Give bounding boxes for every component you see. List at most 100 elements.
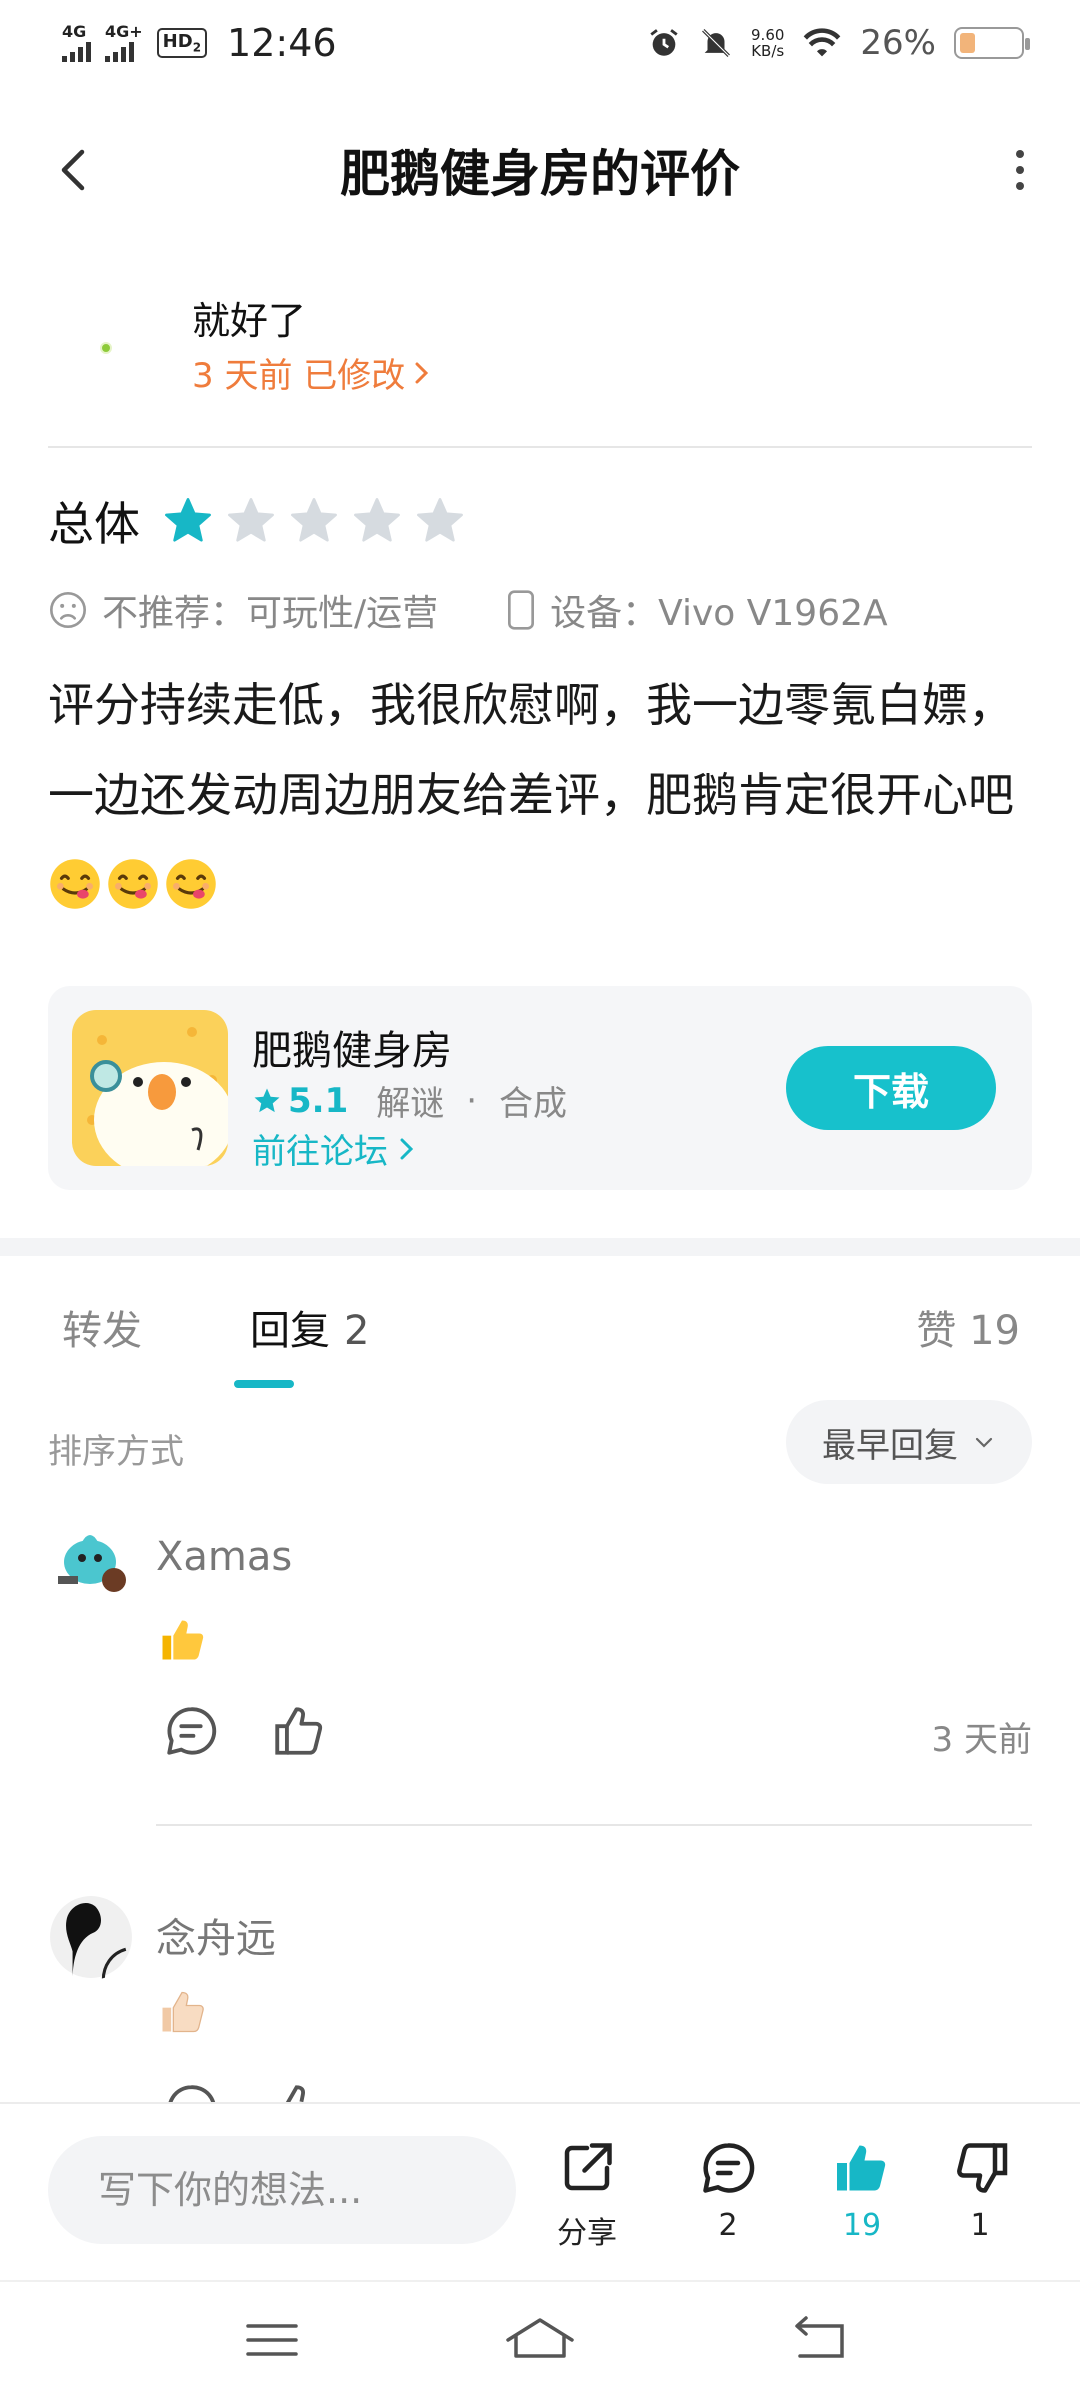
game-meta: 5.1 解谜 · 合成 [252, 1076, 567, 1125]
likes-count: 19 [842, 2208, 882, 2243]
signal-1: 4G [62, 24, 91, 62]
share-button[interactable]: 分享 [532, 2138, 642, 2252]
separator-dot: · [466, 1080, 478, 1121]
sort-value: 最早回复 [822, 1425, 958, 1466]
game-app-icon[interactable] [72, 1010, 228, 1166]
network-type-2: 4G+ [105, 22, 143, 41]
more-vertical-icon[interactable] [990, 140, 1050, 200]
comment-time: 3 天前 [931, 1720, 1032, 1760]
chevron-left-icon[interactable] [44, 140, 104, 200]
game-score: 5.1 [288, 1080, 349, 1121]
comment-item: Xamas 3 天前 [0, 1522, 1080, 1822]
game-genre: 解谜 [376, 1084, 445, 1124]
tab-like[interactable]: 赞 19 [916, 1298, 1020, 1356]
comment-input[interactable] [48, 2136, 516, 2244]
star-filled-icon [165, 498, 211, 542]
system-nav-bar [0, 2280, 1080, 2400]
commenter-name[interactable]: 念舟远 [156, 1906, 276, 1964]
wifi-icon [804, 28, 841, 57]
speed-value: 9.60 [751, 26, 785, 44]
network-speed: 9.60 KB/s [751, 27, 784, 59]
hd-icon: HD2 [156, 28, 208, 58]
divider [156, 1824, 1032, 1826]
sort-dropdown[interactable]: 最早回复 [786, 1400, 1032, 1484]
review-body: 评分持续走低，我很欣慰啊，我一边零氪白嫖，一边还发动周边朋友给差评，肥鹅肯定很开… [48, 660, 1038, 930]
tab-repost[interactable]: 转发 [62, 1298, 142, 1356]
back-nav-icon[interactable] [784, 2310, 856, 2370]
signal-bars-icon [62, 40, 91, 62]
thumbs-up-icon[interactable] [270, 2080, 328, 2102]
avatar[interactable] [48, 1894, 134, 1980]
divider [48, 446, 1032, 448]
hd-label: HD [162, 31, 193, 53]
avatar[interactable] [100, 342, 112, 354]
tab-active-indicator [234, 1380, 294, 1388]
tag-device: 设备：Vivo V1962A [506, 584, 888, 636]
game-card[interactable]: 肥鹅健身房 5.1 解谜 · 合成 前往论坛 下载 [48, 986, 1032, 1190]
comment-actions [162, 2080, 328, 2102]
signal-bars-icon [105, 40, 143, 62]
forum-link[interactable]: 前往论坛 [252, 1124, 418, 1173]
thumbs-down-icon [957, 2143, 1008, 2193]
download-button[interactable]: 下载 [786, 1046, 996, 1130]
home-icon[interactable] [504, 2310, 576, 2370]
game-genre: 合成 [499, 1084, 568, 1124]
section-separator [0, 1238, 1080, 1256]
avatar[interactable] [52, 1522, 136, 1606]
status-left: 4G 4G+ HD2 12:46 [62, 21, 337, 65]
comments-button[interactable]: 2 [673, 2138, 783, 2243]
status-bar: 4G 4G+ HD2 12:46 9.60 KB/s 26% [0, 0, 1080, 86]
battery-icon [954, 27, 1030, 59]
reviewer-name[interactable]: 就好了 [192, 290, 306, 345]
battery-percent: 26% [860, 23, 936, 63]
tab-reply-count: 2 [344, 1308, 370, 1354]
star-empty-icon [354, 498, 400, 542]
thumbs-up-icon[interactable] [270, 1702, 328, 1760]
hd-sim: 2 [192, 40, 202, 55]
tag-device-text: 设备：Vivo V1962A [550, 593, 888, 634]
signal-2: 4G+ [105, 24, 143, 62]
game-name[interactable]: 肥鹅健身房 [252, 1018, 452, 1076]
chevron-right-icon [415, 362, 429, 383]
yum-emoji-icon [166, 859, 216, 909]
dislikes-count: 1 [970, 2208, 990, 2243]
alarm-icon [650, 29, 678, 56]
page-title: 肥鹅健身房的评价 [340, 145, 740, 203]
tag-not-recommend: 不推荐：可玩性/运营 [48, 584, 438, 636]
sad-face-icon [50, 592, 86, 628]
reply-bubble-icon[interactable] [162, 1702, 220, 1760]
review-time-edited: 3 天前 已修改 [192, 356, 406, 396]
yum-emoji-icon [50, 859, 100, 909]
thumbs-up-light-emoji-icon [162, 1991, 204, 2033]
review-text: 评分持续走低，我很欣慰啊，我一边零氪白嫖，一边还发动周边朋友给差评，肥鹅肯定很开… [48, 678, 1014, 822]
tag-not-recommend-text: 不推荐：可玩性/运营 [102, 593, 439, 634]
speed-unit: KB/s [751, 42, 785, 60]
star-empty-icon [228, 498, 274, 542]
menu-icon[interactable] [236, 2310, 308, 2370]
thumbs-up-filled-icon [837, 2145, 886, 2191]
yum-emoji-icon [108, 859, 158, 909]
star-filled-icon [254, 1088, 280, 1112]
tab-reply[interactable]: 回复 2 [250, 1298, 369, 1356]
network-type-1: 4G [62, 22, 87, 41]
clock: 12:46 [227, 21, 337, 65]
battery-fill [960, 33, 976, 53]
comment-item: 念舟远 [0, 1894, 1080, 2102]
commenter-name[interactable]: Xamas [156, 1534, 292, 1580]
rating-label: 总体 [48, 497, 140, 551]
tab-bar: 转发 回复 2 赞 19 [0, 1282, 1080, 1388]
like-button[interactable]: 19 [807, 2138, 917, 2243]
share-icon [564, 2143, 612, 2191]
dislike-button[interactable]: 1 [925, 2138, 1035, 2243]
review-meta[interactable]: 3 天前 已修改 [192, 348, 433, 397]
phone-icon [508, 590, 535, 630]
tab-reply-label: 回复 [250, 1308, 330, 1354]
forum-link-text: 前往论坛 [252, 1132, 388, 1172]
rating-row: 总体 [48, 488, 477, 554]
comment-bubble-icon [703, 2143, 755, 2193]
chevron-right-icon [400, 1138, 414, 1159]
reply-bubble-icon[interactable] [162, 2080, 220, 2102]
chevron-down-icon [975, 1437, 993, 1448]
share-label: 分享 [557, 2216, 617, 2251]
reviewer-header[interactable]: 就好了 3 天前 已修改 [0, 290, 1080, 410]
